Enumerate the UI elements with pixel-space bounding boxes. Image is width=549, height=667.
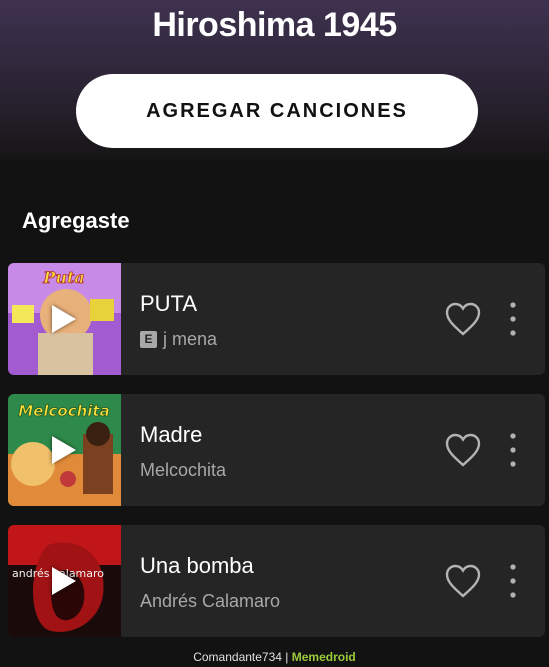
heart-outline-icon[interactable] (444, 432, 482, 468)
song-artist-line: E j mena (140, 329, 217, 350)
song-title: Madre (140, 422, 203, 447)
song-artist-line: Melcochita (140, 460, 226, 481)
vertical-dots-icon[interactable] (503, 432, 523, 468)
song-title: PUTA (140, 291, 198, 316)
watermark-brand: Memedroid (291, 650, 356, 664)
album-cover[interactable]: Puta (8, 263, 121, 375)
vertical-dots-icon[interactable] (503, 301, 523, 337)
watermark-user: Comandante734 | (193, 650, 289, 664)
add-songs-button[interactable]: AGREGAR CANCIONES (76, 74, 478, 148)
song-title: Una bomba (140, 553, 254, 578)
song-row[interactable]: andrés calamaro Una bomba Andrés Calamar… (8, 525, 545, 637)
explicit-badge: E (140, 331, 157, 348)
song-artist: j mena (163, 329, 218, 349)
play-icon[interactable] (52, 567, 76, 595)
watermark: Comandante734 | Memedroid (0, 650, 549, 664)
vertical-dots-icon[interactable] (503, 563, 523, 599)
play-icon[interactable] (52, 436, 76, 464)
play-icon[interactable] (52, 305, 76, 333)
song-row[interactable]: Puta PUTA E j mena (8, 263, 545, 375)
album-cover[interactable]: andrés calamaro (8, 525, 121, 637)
song-artist: Melcochita (140, 460, 227, 480)
song-artist: Andrés Calamaro (140, 591, 281, 611)
album-cover-text: Puta (42, 268, 84, 287)
song-artist-line: Andrés Calamaro (140, 591, 280, 612)
playlist-title: Hiroshima 1945 (152, 6, 397, 44)
album-cover[interactable]: Melcochita (8, 394, 121, 506)
heart-outline-icon[interactable] (444, 563, 482, 599)
album-cover-text: Melcochita (18, 402, 109, 420)
section-title: Agregaste (22, 208, 130, 233)
song-row[interactable]: Melcochita Madre Melcochita (8, 394, 545, 506)
heart-outline-icon[interactable] (444, 301, 482, 337)
